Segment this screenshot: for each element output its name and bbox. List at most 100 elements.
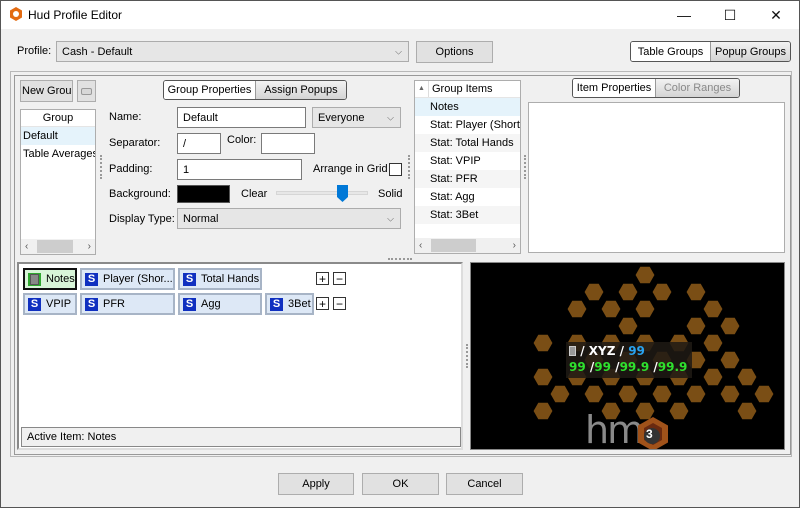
- plus-icon: +: [318, 271, 326, 286]
- splitter-handle[interactable]: [100, 155, 102, 179]
- options-button[interactable]: Options: [416, 41, 493, 63]
- remove-column-button-row-2[interactable]: −: [333, 297, 346, 310]
- stat-icon: S: [85, 297, 98, 311]
- close-button[interactable]: ✕: [753, 1, 799, 29]
- delete-group-button[interactable]: [77, 80, 96, 102]
- chevron-down-icon: ⌵: [387, 213, 394, 223]
- sort-ascending-icon[interactable]: ▲: [415, 81, 429, 97]
- separator-input[interactable]: /: [177, 133, 221, 154]
- group-items-horizontal-scrollbar[interactable]: ‹ ›: [415, 238, 520, 253]
- scroll-left-icon[interactable]: ‹: [419, 240, 422, 251]
- groups-horizontal-scrollbar[interactable]: ‹ ›: [21, 239, 95, 254]
- add-column-button-row-2[interactable]: +: [316, 297, 329, 310]
- cancel-button[interactable]: Cancel: [446, 473, 523, 495]
- hud-separator: /: [619, 344, 624, 358]
- honeycomb-cell: [685, 282, 707, 302]
- groups-column-header[interactable]: Group: [21, 110, 95, 127]
- hud-preview: / XYZ / 99 99 /99 /99.9 /99.9 hm 3: [470, 262, 785, 450]
- maximize-button[interactable]: ☐: [707, 1, 753, 29]
- ok-button[interactable]: OK: [362, 473, 439, 495]
- color-label: Color:: [227, 134, 257, 146]
- honeycomb-cell: [532, 367, 554, 387]
- scroll-thumb[interactable]: [431, 239, 476, 252]
- arrange-grid-checkbox[interactable]: [389, 163, 402, 176]
- scroll-left-icon[interactable]: ‹: [25, 241, 28, 252]
- hud-player-name: XYZ: [588, 344, 616, 358]
- splitter-handle[interactable]: [466, 344, 468, 368]
- background-label: Background:: [109, 188, 171, 200]
- hm3-badge-icon: 3: [637, 417, 669, 449]
- honeycomb-cell: [617, 282, 639, 302]
- honeycomb-cell: [753, 384, 775, 404]
- group-item-3bet[interactable]: Stat: 3Bet: [415, 206, 520, 224]
- profile-select[interactable]: Cash - Default ⌵: [56, 41, 409, 62]
- hm3-logo: hm 3: [585, 411, 668, 449]
- layout-item-pfr[interactable]: S PFR: [80, 293, 175, 315]
- audience-select[interactable]: Everyone ⌵: [312, 107, 401, 128]
- honeycomb-cell: [651, 384, 673, 404]
- name-input[interactable]: Default: [177, 107, 306, 128]
- group-item-table-averages[interactable]: Table Averages: [21, 145, 95, 163]
- stat-icon: S: [270, 297, 283, 311]
- scroll-right-icon[interactable]: ›: [513, 240, 516, 251]
- padding-input[interactable]: 1: [177, 159, 302, 180]
- stat-icon: S: [28, 297, 41, 311]
- honeycomb-cell: [702, 333, 724, 353]
- group-item-notes[interactable]: Notes: [415, 98, 520, 116]
- opacity-slider-track[interactable]: [276, 185, 368, 202]
- arrange-grid-label: Arrange in Grid: [313, 163, 388, 175]
- tab-color-ranges[interactable]: Color Ranges: [655, 79, 739, 97]
- layout-item-total-hands[interactable]: S Total Hands: [178, 268, 262, 290]
- group-items-header-label: Group Items: [432, 83, 493, 95]
- tab-group-properties[interactable]: Group Properties: [164, 81, 255, 99]
- honeycomb-cell: [617, 384, 639, 404]
- tab-table-groups[interactable]: Table Groups: [631, 42, 710, 61]
- remove-column-button-row-1[interactable]: −: [333, 272, 346, 285]
- group-tab-group: Group Properties Assign Popups: [163, 80, 347, 100]
- layout-item-agg[interactable]: S Agg: [178, 293, 262, 315]
- stat-icon: S: [183, 272, 196, 286]
- color-input[interactable]: [261, 133, 315, 154]
- layout-item-notes[interactable]: Notes: [23, 268, 77, 290]
- hud-agg: 99.9: [619, 360, 650, 374]
- minus-icon: −: [335, 271, 343, 286]
- hud-vpip: 99: [569, 360, 586, 374]
- group-item-pfr[interactable]: Stat: PFR: [415, 170, 520, 188]
- display-type-select[interactable]: Normal ⌵: [177, 208, 401, 229]
- group-item-agg[interactable]: Stat: Agg: [415, 188, 520, 206]
- honeycomb-cell: [583, 282, 605, 302]
- honeycomb-cell: [702, 367, 724, 387]
- honeycomb-cell: [566, 299, 588, 319]
- add-column-button-row-1[interactable]: +: [316, 272, 329, 285]
- splitter-handle[interactable]: [388, 258, 412, 260]
- minimize-button[interactable]: —: [661, 1, 707, 29]
- new-group-button[interactable]: New Group: [20, 80, 73, 102]
- active-item-status: Active Item: Notes: [21, 427, 461, 447]
- tab-item-properties[interactable]: Item Properties: [573, 79, 655, 97]
- opacity-slider-thumb[interactable]: [336, 185, 348, 202]
- group-items-column-header[interactable]: ▲ Group Items: [415, 81, 520, 98]
- honeycomb-cell: [685, 384, 707, 404]
- tab-popup-groups[interactable]: Popup Groups: [710, 42, 790, 61]
- group-item-player-short[interactable]: Stat: Player (Short): [415, 116, 520, 134]
- scroll-thumb[interactable]: [37, 240, 73, 253]
- splitter-handle[interactable]: [408, 155, 410, 179]
- hud-line-1: / XYZ / 99: [569, 343, 689, 359]
- group-item-total-hands[interactable]: Stat: Total Hands: [415, 134, 520, 152]
- layout-item-vpip[interactable]: S VPIP: [23, 293, 77, 315]
- layout-item-player-short[interactable]: S Player (Shor...: [80, 268, 175, 290]
- app-logo-icon: [10, 7, 22, 21]
- honeycomb-cell: [719, 350, 741, 370]
- minimize-icon: —: [677, 7, 691, 23]
- background-color-swatch[interactable]: [177, 185, 230, 203]
- plus-icon: +: [318, 296, 326, 311]
- group-item-vpip[interactable]: Stat: VPIP: [415, 152, 520, 170]
- apply-button[interactable]: Apply: [278, 473, 354, 495]
- group-item-default[interactable]: Default: [21, 127, 95, 145]
- tab-assign-popups[interactable]: Assign Popups: [255, 81, 346, 99]
- splitter-handle[interactable]: [524, 155, 526, 179]
- layout-item-3bet[interactable]: S 3Bet: [265, 293, 314, 315]
- scroll-right-icon[interactable]: ›: [88, 241, 91, 252]
- opacity-min-label: Clear: [241, 188, 268, 200]
- window-title: Hud Profile Editor: [28, 8, 123, 22]
